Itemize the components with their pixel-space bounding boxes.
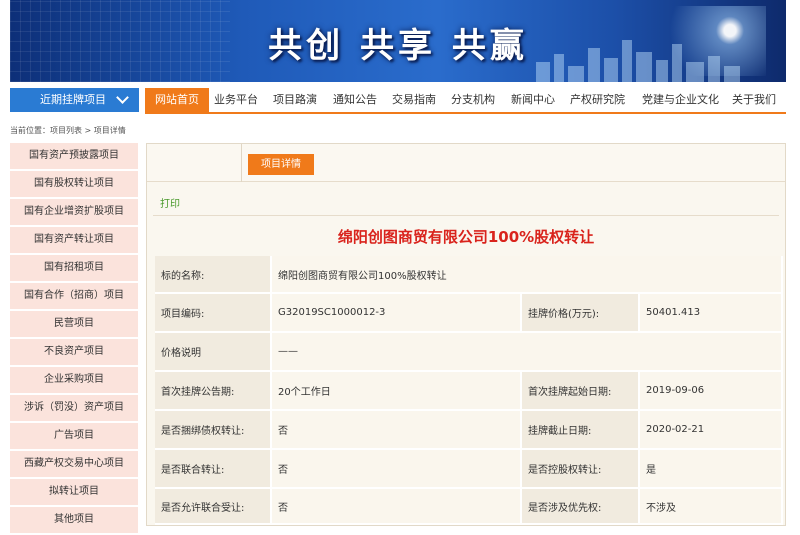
sidebar-item-capital-increase[interactable]: 国有企业增资扩股项目 bbox=[10, 199, 138, 225]
sidebar-item-private[interactable]: 民营项目 bbox=[10, 311, 138, 337]
print-link[interactable]: 打印 bbox=[160, 195, 180, 210]
table-row: 首次挂牌公告期: 20个工作日 首次挂牌起始日期: 2019-09-06 bbox=[155, 372, 783, 411]
nav-roadshow[interactable]: 项目路演 bbox=[273, 88, 317, 112]
table-row: 标的名称: 绵阳创图商贸有限公司100%股权转让 bbox=[155, 256, 783, 294]
sidebar-item-state-cooperation[interactable]: 国有合作（招商）项目 bbox=[10, 283, 138, 309]
field-label: 挂牌截止日期: bbox=[522, 411, 640, 450]
sidebar-item-state-lease[interactable]: 国有招租项目 bbox=[10, 255, 138, 281]
sidebar-item-other[interactable]: 其他项目 bbox=[10, 507, 138, 533]
field-value: 20个工作日 bbox=[272, 372, 522, 411]
sidebar-item-procurement[interactable]: 企业采购项目 bbox=[10, 367, 138, 393]
sidebar-item-nonperforming[interactable]: 不良资产项目 bbox=[10, 339, 138, 365]
field-label: 是否涉及优先权: bbox=[522, 489, 640, 525]
field-value: 不涉及 bbox=[640, 489, 783, 525]
project-detail-panel: 项目详情 打印 绵阳创图商贸有限公司100%股权转让 标的名称: 绵阳创图商贸有… bbox=[146, 143, 786, 526]
sidebar-item-advertising[interactable]: 广告项目 bbox=[10, 423, 138, 449]
nav-business-platform[interactable]: 业务平台 bbox=[214, 88, 258, 112]
header-banner: 共创 共享 共赢 bbox=[10, 0, 786, 82]
field-label: 是否控股权转让: bbox=[522, 450, 640, 489]
sidebar-item-state-equity-transfer[interactable]: 国有股权转让项目 bbox=[10, 171, 138, 197]
recent-listings-dropdown[interactable]: 近期挂牌项目 bbox=[10, 88, 139, 112]
field-value: 否 bbox=[272, 489, 522, 525]
field-label: 标的名称: bbox=[155, 256, 272, 294]
sidebar-item-litigation-assets[interactable]: 涉诉（罚没）资产项目 bbox=[10, 395, 138, 421]
field-value: G32019SC1000012-3 bbox=[272, 294, 522, 333]
field-label: 首次挂牌公告期: bbox=[155, 372, 272, 411]
nav-notices[interactable]: 通知公告 bbox=[333, 88, 377, 112]
field-value: 否 bbox=[272, 450, 522, 489]
nav-home[interactable]: 网站首页 bbox=[145, 88, 209, 112]
table-row: 是否允许联合受让: 否 是否涉及优先权: 不涉及 bbox=[155, 489, 783, 525]
table-row: 是否捆绑债权转让: 否 挂牌截止日期: 2020-02-21 bbox=[155, 411, 783, 450]
nav-about[interactable]: 关于我们 bbox=[732, 88, 776, 112]
nav-research[interactable]: 产权研究院 bbox=[570, 88, 625, 112]
field-label: 价格说明 bbox=[155, 333, 272, 372]
field-label: 是否捆绑债权转让: bbox=[155, 411, 272, 450]
field-value: 50401.413 bbox=[640, 294, 783, 333]
sidebar-item-state-predisclosure[interactable]: 国有资产预披露项目 bbox=[10, 143, 138, 169]
field-label: 是否允许联合受让: bbox=[155, 489, 272, 525]
divider bbox=[153, 215, 779, 216]
table-row: 价格说明 —— bbox=[155, 333, 783, 372]
main-nav: 网站首页 业务平台 项目路演 通知公告 交易指南 分支机构 新闻中心 产权研究院… bbox=[145, 88, 786, 114]
field-label: 项目编码: bbox=[155, 294, 272, 333]
field-value: —— bbox=[272, 333, 783, 372]
sidebar: 国有资产预披露项目 国有股权转让项目 国有企业增资扩股项目 国有资产转让项目 国… bbox=[10, 143, 138, 535]
field-value: 绵阳创图商贸有限公司100%股权转让 bbox=[272, 256, 783, 294]
nav-trade-guide[interactable]: 交易指南 bbox=[392, 88, 436, 112]
nav-branches[interactable]: 分支机构 bbox=[451, 88, 495, 112]
field-label: 首次挂牌起始日期: bbox=[522, 372, 640, 411]
nav-news[interactable]: 新闻中心 bbox=[511, 88, 555, 112]
tab-project-detail[interactable]: 项目详情 bbox=[248, 154, 314, 175]
navigation-row: 近期挂牌项目 网站首页 业务平台 项目路演 通知公告 交易指南 分支机构 新闻中… bbox=[10, 88, 786, 114]
breadcrumb: 当前位置：项目列表 > 项目详情 bbox=[10, 126, 126, 135]
field-value: 2020-02-21 bbox=[640, 411, 783, 450]
sidebar-item-tibet-exchange[interactable]: 西藏产权交易中心项目 bbox=[10, 451, 138, 477]
recent-listings-label: 近期挂牌项目 bbox=[40, 93, 106, 106]
sidebar-item-state-asset-transfer[interactable]: 国有资产转让项目 bbox=[10, 227, 138, 253]
field-value: 2019-09-06 bbox=[640, 372, 783, 411]
table-row: 是否联合转让: 否 是否控股权转让: 是 bbox=[155, 450, 783, 489]
tab-divider bbox=[241, 144, 242, 182]
field-value: 否 bbox=[272, 411, 522, 450]
field-label: 挂牌价格(万元): bbox=[522, 294, 640, 333]
table-row: 项目编码: G32019SC1000012-3 挂牌价格(万元): 50401.… bbox=[155, 294, 783, 333]
field-label: 是否联合转让: bbox=[155, 450, 272, 489]
chevron-down-icon bbox=[116, 91, 129, 104]
tab-strip: 项目详情 bbox=[147, 144, 785, 182]
field-value: 是 bbox=[640, 450, 783, 489]
nav-party-culture[interactable]: 党建与企业文化 bbox=[642, 88, 719, 112]
sidebar-item-planned-transfer[interactable]: 拟转让项目 bbox=[10, 479, 138, 505]
banner-slogan: 共创 共享 共赢 bbox=[268, 26, 528, 66]
project-title: 绵阳创图商贸有限公司100%股权转让 bbox=[337, 228, 595, 246]
